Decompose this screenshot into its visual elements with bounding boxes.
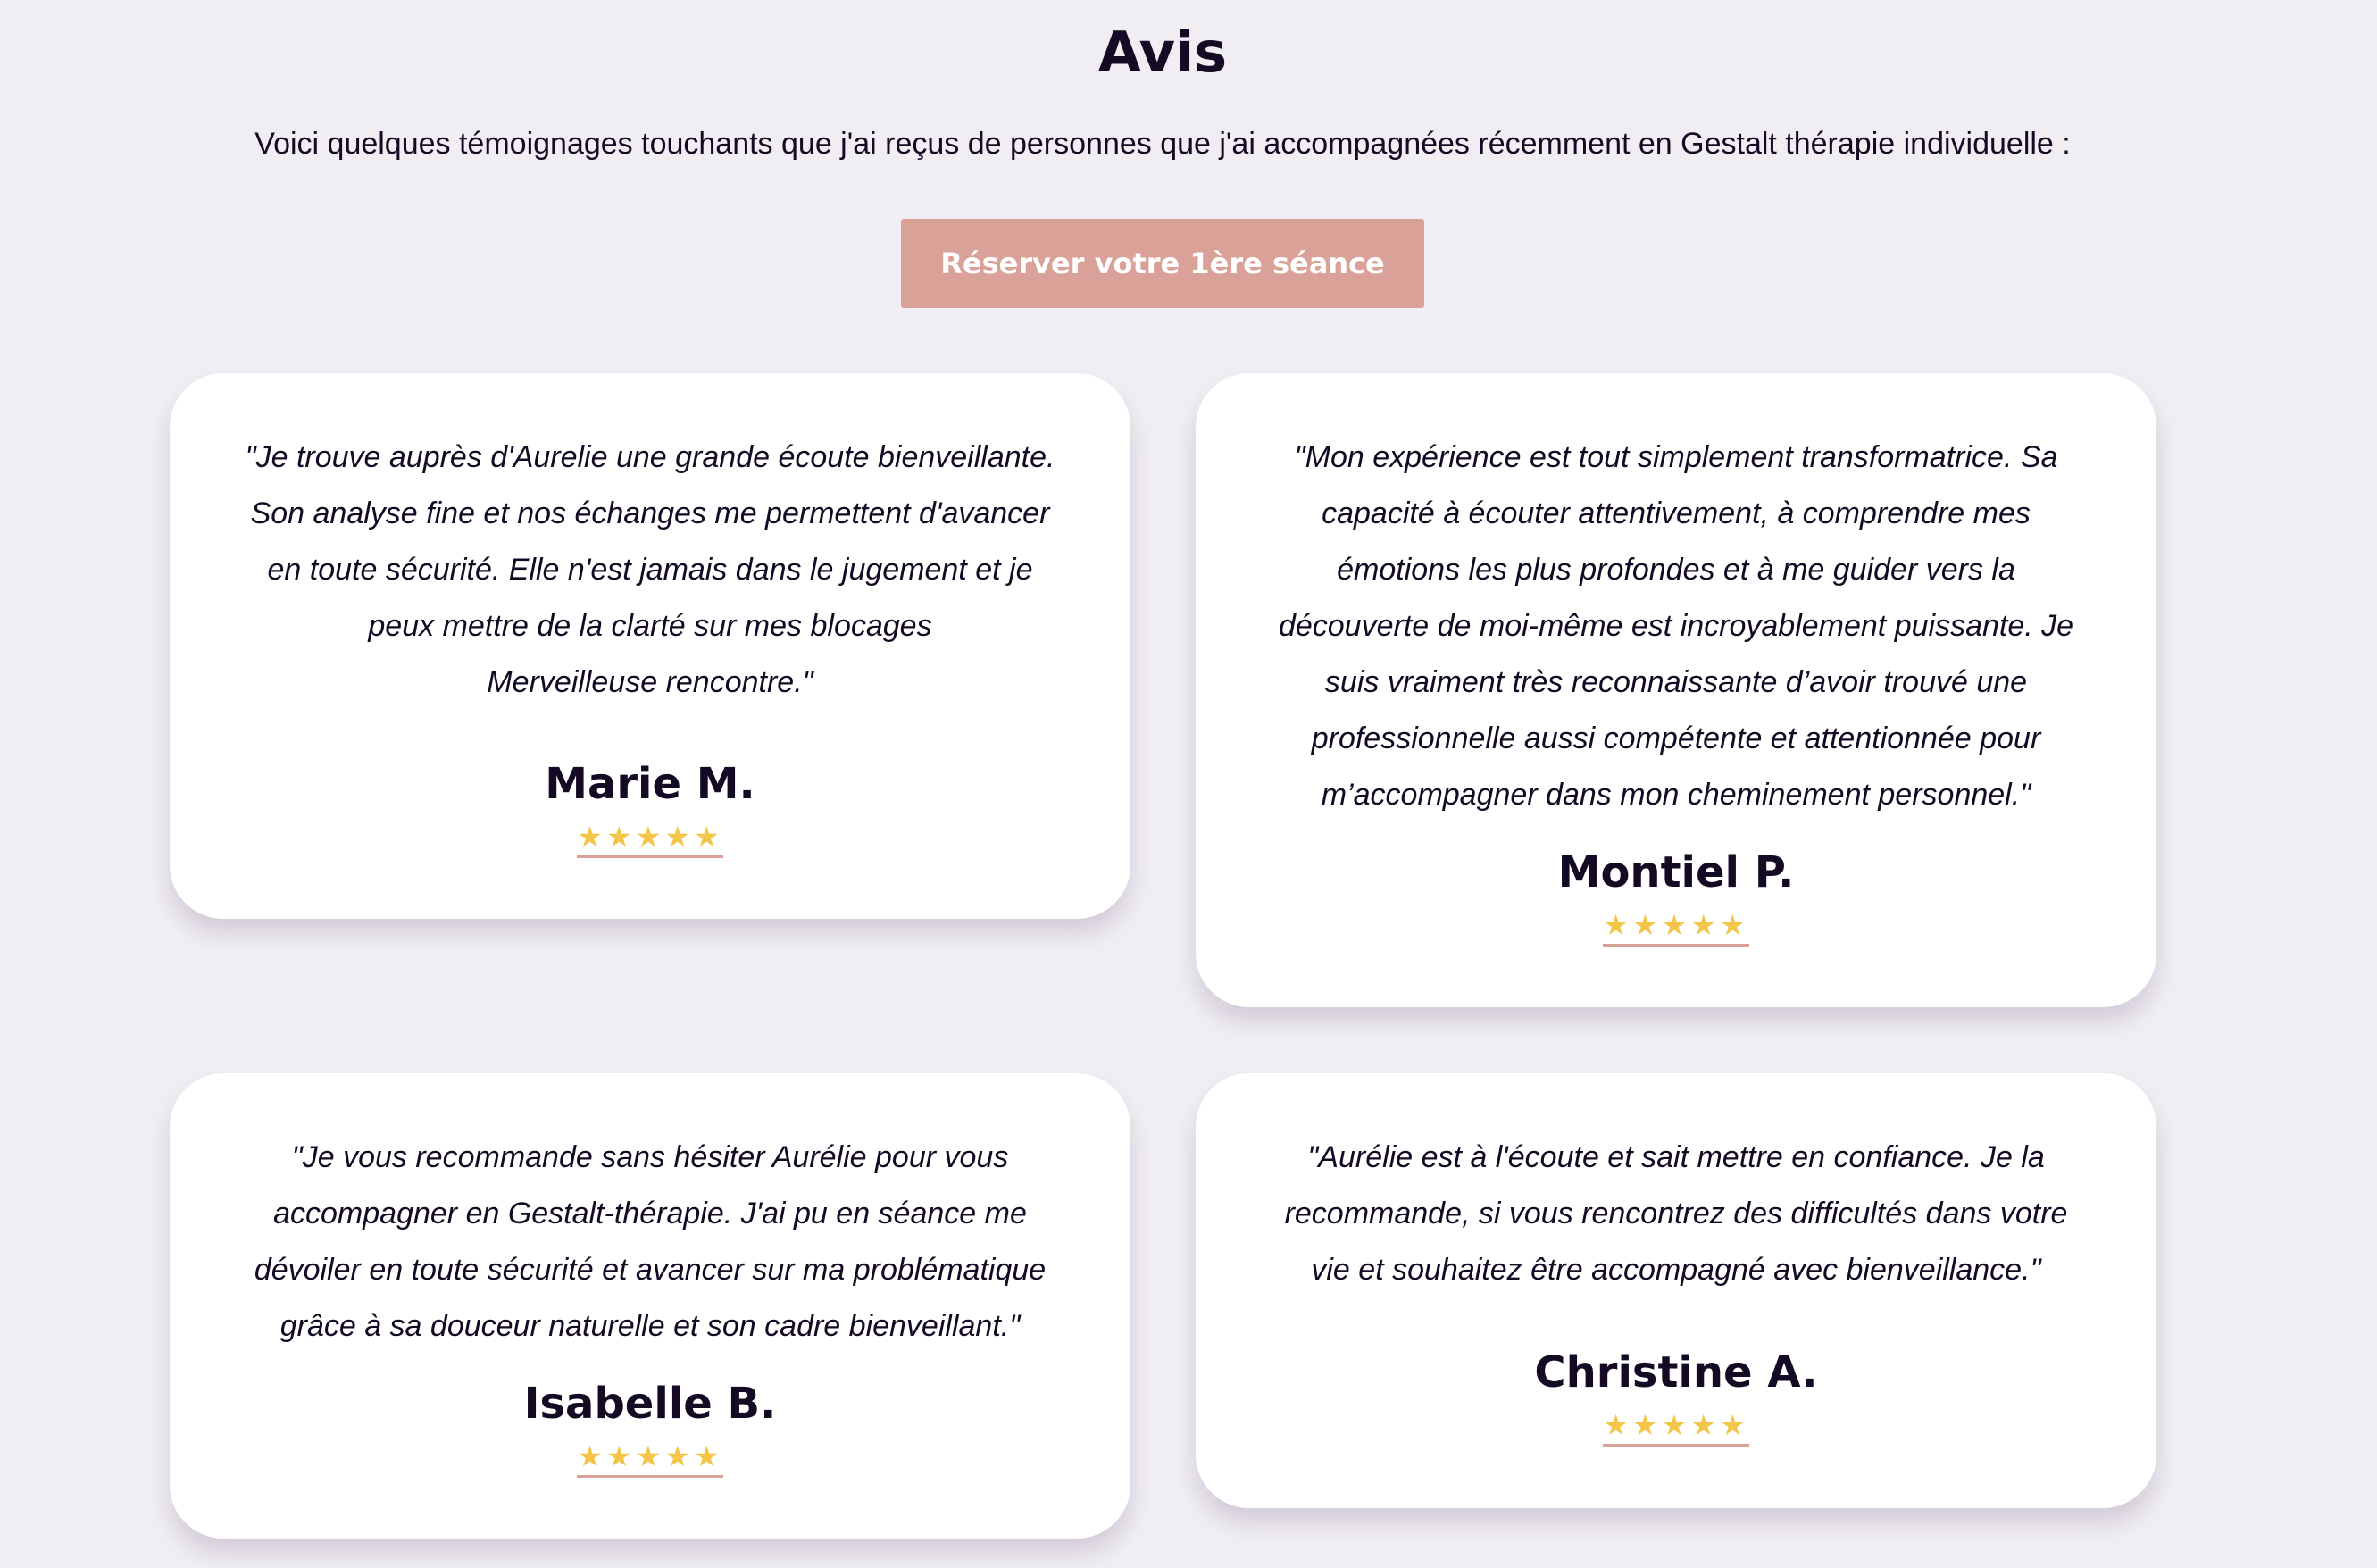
rating-stars: ★★★★★ (170, 820, 1130, 858)
testimonial-quote: "Mon expérience est tout simplement tran… (1278, 440, 2074, 812)
testimonial-quote: "Aurélie est à l'écoute et sait mettre e… (1284, 1140, 2068, 1287)
testimonial-quote: "Je vous recommande sans hésiter Aurélie… (254, 1140, 1047, 1343)
star-icon[interactable]: ★★★★★ (1603, 1408, 1749, 1447)
page-title: Avis (1097, 20, 1228, 85)
testimonial-author: Montiel P. (1557, 847, 1795, 897)
testimonial-author: Christine A. (1534, 1347, 1818, 1397)
book-session-button[interactable]: Réserver votre 1ère séance (901, 219, 1424, 308)
testimonial-quote: "Je trouve auprès d'Aurelie une grande é… (245, 440, 1055, 699)
rating-stars: ★★★★★ (1196, 1408, 2156, 1447)
intro-text: Voici quelques témoignages touchants que… (254, 127, 2071, 161)
star-icon[interactable]: ★★★★★ (577, 1439, 723, 1478)
testimonial-card: "Mon expérience est tout simplement tran… (1196, 373, 2156, 1007)
testimonial-card: "Je vous recommande sans hésiter Aurélie… (170, 1073, 1130, 1539)
testimonial-card: "Je trouve auprès d'Aurelie une grande é… (170, 373, 1130, 919)
star-icon[interactable]: ★★★★★ (1603, 908, 1749, 947)
rating-stars: ★★★★★ (1196, 908, 2156, 947)
testimonial-card: "Aurélie est à l'écoute et sait mettre e… (1196, 1073, 2156, 1508)
testimonial-author: Marie M. (545, 759, 755, 809)
testimonial-author: Isabelle B. (523, 1379, 777, 1429)
rating-stars: ★★★★★ (170, 1439, 1130, 1478)
star-icon[interactable]: ★★★★★ (577, 820, 723, 858)
